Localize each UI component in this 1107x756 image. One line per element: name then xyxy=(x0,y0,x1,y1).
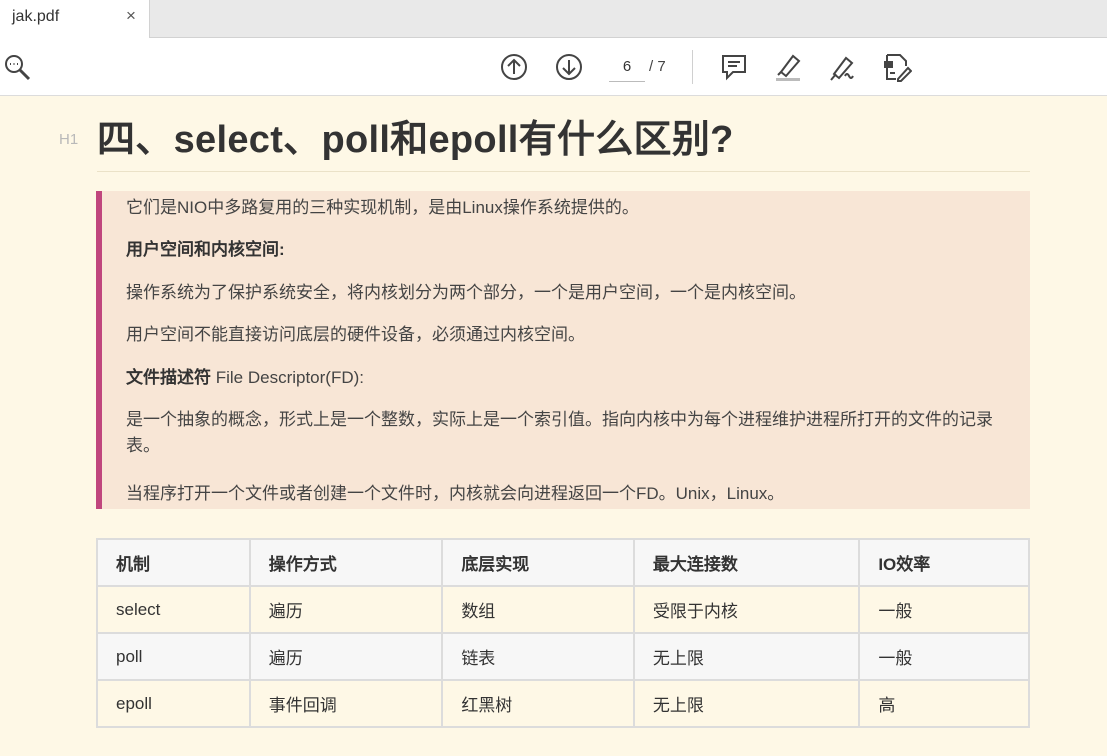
table-row: poll 遍历 链表 无上限 一般 xyxy=(96,632,1030,681)
table-cell: 受限于内核 xyxy=(632,585,861,634)
quote-paragraph: 是一个抽象的概念，形式上是一个整数，实际上是一个索引值。指向内核中为每个进程维护… xyxy=(126,410,993,455)
previous-page-icon[interactable] xyxy=(497,50,531,84)
quote-paragraph: 它们是NIO中多路复用的三种实现机制，是由Linux操作系统提供的。 xyxy=(126,198,639,217)
blockquote: 它们是NIO中多路复用的三种实现机制，是由Linux操作系统提供的。 用户空间和… xyxy=(96,191,1030,509)
table-cell: epoll xyxy=(96,679,251,728)
tab-bar: jak.pdf × xyxy=(0,0,1107,38)
table-header-cell: 机制 xyxy=(96,538,251,587)
table-header-cell: IO效率 xyxy=(858,538,1030,587)
quote-subheading: 文件描述符 File Descriptor(FD): xyxy=(126,365,364,391)
table-header-cell: 最大连接数 xyxy=(632,538,861,587)
quote-subheading: 用户空间和内核空间: xyxy=(126,237,285,263)
table-cell: 数组 xyxy=(441,585,635,634)
table-cell: 链表 xyxy=(441,632,635,681)
table-cell: 遍历 xyxy=(248,585,444,634)
table-cell: 无上限 xyxy=(632,632,861,681)
table-cell: 红黑树 xyxy=(441,679,635,728)
table-cell: 一般 xyxy=(858,632,1030,681)
table-cell: poll xyxy=(96,632,251,681)
comment-icon[interactable] xyxy=(717,50,751,84)
quote-paragraph: 操作系统为了保护系统安全，将内核划分为两个部分，一个是用户空间，一个是内核空间。 xyxy=(126,283,806,302)
table-cell: 一般 xyxy=(858,585,1030,634)
document-tab[interactable]: jak.pdf × xyxy=(0,0,150,38)
table-cell: 遍历 xyxy=(248,632,444,681)
page-title: 四、select、poll和epoll有什么区别? xyxy=(97,119,734,161)
title-divider xyxy=(97,171,1030,172)
toolbar-divider xyxy=(692,50,693,84)
close-tab-icon[interactable]: × xyxy=(126,6,136,26)
search-icon[interactable] xyxy=(0,50,34,84)
tab-title: jak.pdf xyxy=(12,8,60,25)
table-cell: 事件回调 xyxy=(248,679,444,728)
table-row: select 遍历 数组 受限于内核 一般 xyxy=(96,585,1030,634)
table-header-cell: 操作方式 xyxy=(248,538,444,587)
table-row: epoll 事件回调 红黑树 无上限 高 xyxy=(96,679,1030,728)
subheading-fd: 文件描述符 xyxy=(126,368,211,387)
highlight-icon[interactable] xyxy=(771,50,805,84)
table-cell: 无上限 xyxy=(632,679,861,728)
table-cell: 高 xyxy=(858,679,1030,728)
next-page-icon[interactable] xyxy=(552,50,586,84)
comparison-table: 机制 操作方式 底层实现 最大连接数 IO效率 select 遍历 数组 受限于… xyxy=(96,538,1030,728)
table-header-row: 机制 操作方式 底层实现 最大连接数 IO效率 xyxy=(96,538,1030,587)
heading-marker: H1 xyxy=(59,131,79,148)
table-header-cell: 底层实现 xyxy=(441,538,635,587)
page-number-input[interactable]: 6 xyxy=(609,58,645,82)
subheading-fd-english: File Descriptor(FD): xyxy=(211,368,365,387)
subheading-user-kernel: 用户空间和内核空间: xyxy=(126,240,285,259)
draw-icon[interactable] xyxy=(826,50,860,84)
page-total: / 7 xyxy=(649,58,666,75)
table-cell: select xyxy=(96,585,251,634)
edit-document-icon[interactable] xyxy=(880,50,914,84)
quote-paragraph: 用户空间不能直接访问底层的硬件设备，必须通过内核空间。 xyxy=(126,325,585,344)
quote-paragraph: 当程序打开一个文件或者创建一个文件时，内核就会向进程返回一个FD。Unix，Li… xyxy=(126,484,785,503)
toolbar: 6 / 7 xyxy=(0,38,1107,96)
